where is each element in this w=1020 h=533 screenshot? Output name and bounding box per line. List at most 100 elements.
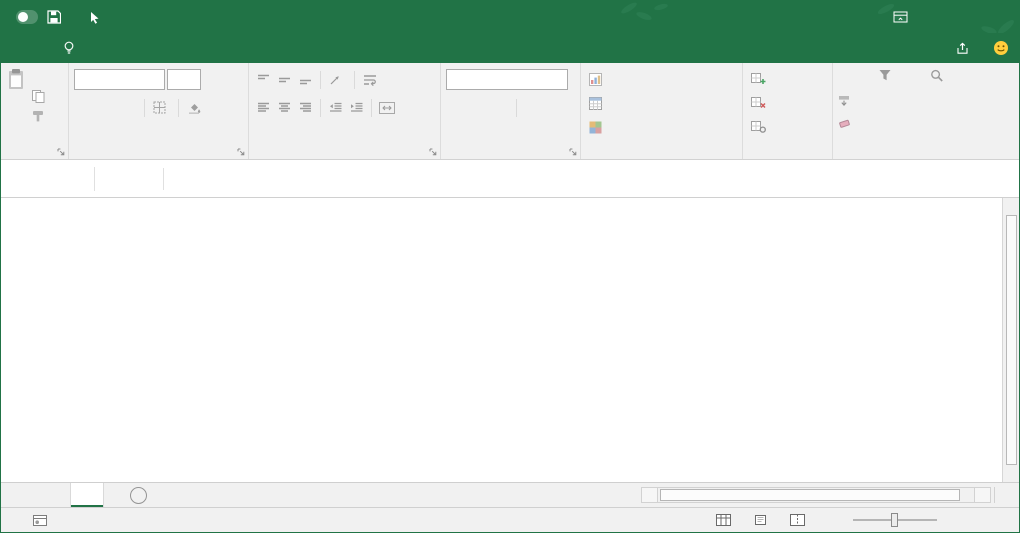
format-cells-button[interactable]	[748, 115, 827, 139]
vertical-scroll-thumb[interactable]	[1006, 215, 1017, 465]
fill-color-button[interactable]	[184, 98, 203, 118]
status-bar	[1, 507, 1019, 532]
align-right-button[interactable]	[296, 98, 315, 118]
vertical-scrollbar[interactable]	[1002, 198, 1019, 482]
delete-cells-button[interactable]	[748, 91, 827, 115]
number-format-select[interactable]	[446, 69, 568, 90]
decrease-decimal-button[interactable]	[543, 98, 562, 118]
alignment-group	[249, 63, 441, 159]
new-sheet-button[interactable]	[130, 487, 147, 504]
autosave-pill	[16, 10, 38, 24]
borders-button[interactable]	[150, 98, 169, 118]
top-align-button[interactable]	[254, 70, 273, 90]
delete-cells-icon	[751, 97, 766, 110]
conditional-formatting-button[interactable]	[586, 67, 737, 91]
tab-file[interactable]	[1, 33, 37, 63]
orientation-button[interactable]	[326, 70, 345, 90]
page-layout-view-button[interactable]	[753, 514, 768, 526]
quick-access-toolbar	[11, 10, 111, 24]
paste-button[interactable]	[6, 68, 26, 123]
zoom-slider-thumb[interactable]	[891, 513, 898, 527]
format-painter-icon	[32, 110, 44, 122]
orientation-icon	[329, 73, 342, 86]
page-break-view-button[interactable]	[790, 514, 805, 526]
close-button[interactable]	[985, 1, 1019, 33]
save-icon	[47, 10, 61, 24]
accounting-format-button[interactable]	[446, 98, 465, 118]
styles-group	[581, 63, 743, 159]
fill-button[interactable]	[838, 90, 856, 111]
sort-filter-button[interactable]	[861, 67, 908, 134]
font-color-button[interactable]	[209, 98, 228, 118]
feedback-smiley-icon[interactable]	[993, 33, 1009, 63]
underline-button[interactable]	[116, 98, 135, 118]
sheet-tab-bar	[1, 482, 1019, 507]
merge-center-button[interactable]	[377, 98, 396, 118]
horizontal-scroll-thumb[interactable]	[660, 489, 960, 501]
normal-view-button[interactable]	[716, 514, 731, 526]
bold-button[interactable]	[74, 98, 93, 118]
cell-styles-button[interactable]	[586, 115, 737, 139]
conditional-formatting-icon	[589, 73, 602, 86]
decrease-indent-icon	[329, 102, 342, 113]
alignment-dialog-launcher[interactable]	[429, 148, 437, 156]
share-icon	[956, 42, 969, 55]
scroll-left-button[interactable]	[641, 487, 658, 503]
align-left-button[interactable]	[254, 98, 273, 118]
align-right-icon	[299, 102, 312, 113]
increase-indent-button[interactable]	[347, 98, 366, 118]
align-center-icon	[278, 102, 291, 113]
middle-align-button[interactable]	[275, 70, 294, 90]
font-name-select[interactable]	[74, 69, 165, 90]
increase-indent-icon	[350, 102, 363, 113]
formula-bar	[1, 160, 1019, 198]
touch-mouse-mode-button[interactable]	[89, 11, 102, 24]
tab-split-arrow-icon[interactable]	[998, 487, 1015, 503]
fill-color-icon	[187, 101, 201, 114]
format-as-table-button[interactable]	[586, 91, 737, 115]
align-center-button[interactable]	[275, 98, 294, 118]
format-painter-button[interactable]	[32, 108, 45, 123]
sheet-tab-common-hello[interactable]	[70, 483, 104, 507]
font-size-select[interactable]	[167, 69, 201, 90]
increase-decimal-button[interactable]	[522, 98, 541, 118]
decrease-indent-button[interactable]	[326, 98, 345, 118]
increase-font-size-button[interactable]	[203, 70, 222, 90]
autosave-toggle[interactable]	[11, 10, 38, 24]
save-button[interactable]	[47, 10, 61, 24]
name-box[interactable]	[3, 167, 95, 191]
ribbon-display-options-button[interactable]	[883, 1, 917, 33]
zoom-slider[interactable]	[853, 519, 937, 521]
ribbon-tab-bar	[1, 33, 1019, 63]
ribbon-display-options-icon	[893, 10, 908, 24]
comma-style-button[interactable]	[492, 98, 511, 118]
insert-cells-button[interactable]	[748, 67, 827, 91]
clear-button[interactable]	[838, 113, 856, 134]
percent-style-button[interactable]	[471, 98, 490, 118]
horizontal-scroll-track[interactable]	[658, 487, 974, 503]
autosum-button[interactable]	[838, 67, 856, 88]
wrap-text-button[interactable]	[360, 70, 379, 90]
ribbon	[1, 63, 1019, 160]
ribbon-filler	[967, 63, 1019, 159]
view-shortcuts	[716, 514, 805, 526]
font-dialog-launcher[interactable]	[237, 148, 245, 156]
copy-icon	[32, 90, 45, 103]
decrease-font-size-button[interactable]	[224, 70, 243, 90]
clipboard-dialog-launcher[interactable]	[57, 148, 65, 156]
find-select-button[interactable]	[913, 67, 960, 134]
middle-align-icon	[278, 74, 291, 85]
scroll-right-button[interactable]	[974, 487, 991, 503]
horizontal-scrollbar	[631, 487, 1015, 503]
copy-button[interactable]	[32, 89, 45, 104]
number-dialog-launcher[interactable]	[569, 148, 577, 156]
bottom-align-button[interactable]	[296, 70, 315, 90]
maximize-button[interactable]	[951, 1, 985, 33]
clipboard-group	[1, 63, 69, 159]
tell-me-box[interactable]	[63, 33, 81, 63]
cut-button[interactable]	[32, 70, 45, 85]
minimize-button[interactable]	[917, 1, 951, 33]
macro-record-icon[interactable]	[33, 515, 47, 526]
italic-button[interactable]	[95, 98, 114, 118]
share-button[interactable]	[956, 33, 975, 63]
